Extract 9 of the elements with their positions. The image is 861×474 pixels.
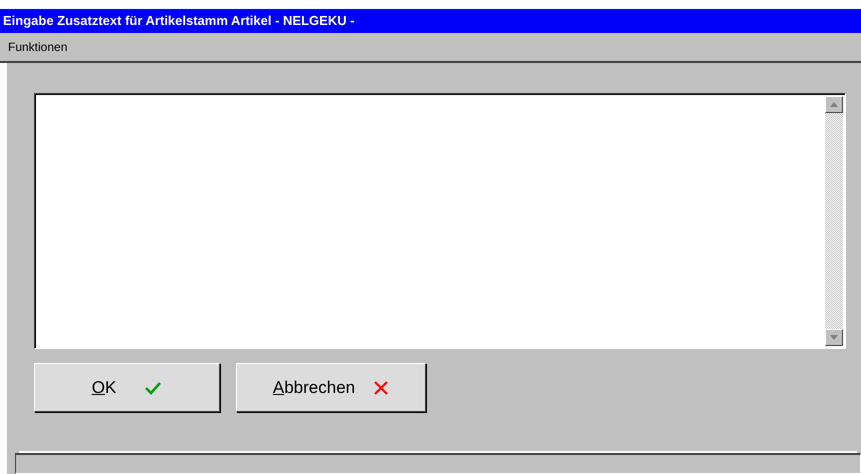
menu-item[interactable]: Funktionen [8,40,68,54]
window-title: Eingabe Zusatztext für Artikelstamm Artikel - NELGEKU - [0,9,861,33]
scroll-up-icon[interactable] [825,96,843,113]
cancel-button[interactable]: Abbrechen [236,363,426,412]
scroll-down-icon[interactable] [825,329,843,346]
checkmark-icon [144,380,162,394]
cross-icon [373,380,390,396]
ok-button[interactable]: OK [34,363,220,412]
scrollbar[interactable] [825,96,843,346]
